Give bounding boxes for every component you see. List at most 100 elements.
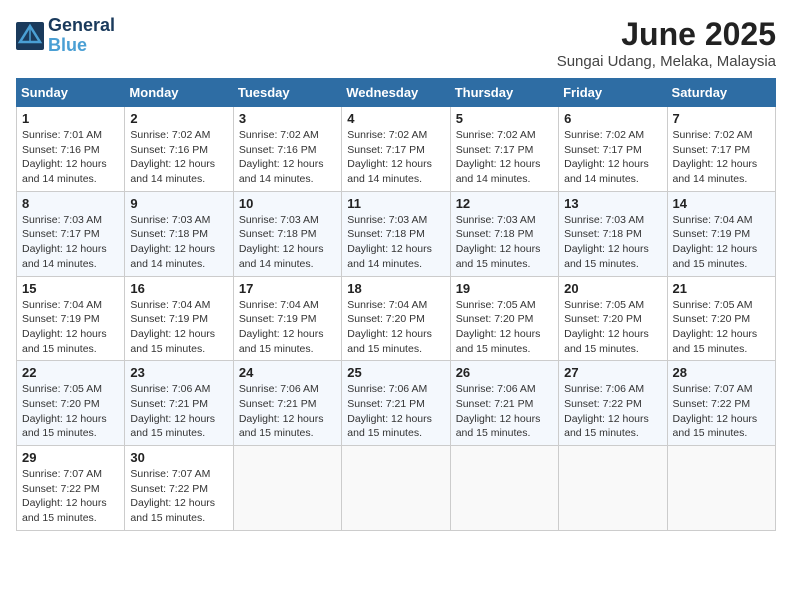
day-number: 8 (22, 196, 119, 211)
calendar-cell: 21 Sunrise: 7:05 AM Sunset: 7:20 PM Dayli… (667, 276, 775, 361)
day-info: Sunrise: 7:02 AM Sunset: 7:17 PM Dayligh… (673, 128, 770, 187)
day-info: Sunrise: 7:07 AM Sunset: 7:22 PM Dayligh… (673, 382, 770, 441)
calendar-cell: 6 Sunrise: 7:02 AM Sunset: 7:17 PM Daylig… (559, 107, 667, 192)
day-number: 15 (22, 281, 119, 296)
day-info: Sunrise: 7:03 AM Sunset: 7:18 PM Dayligh… (564, 213, 661, 272)
day-number: 24 (239, 365, 336, 380)
calendar-cell: 20 Sunrise: 7:05 AM Sunset: 7:20 PM Dayli… (559, 276, 667, 361)
day-number: 5 (456, 111, 553, 126)
day-number: 26 (456, 365, 553, 380)
day-number: 4 (347, 111, 444, 126)
calendar-cell: 23 Sunrise: 7:06 AM Sunset: 7:21 PM Dayli… (125, 361, 233, 446)
calendar-cell: 1 Sunrise: 7:01 AM Sunset: 7:16 PM Daylig… (17, 107, 125, 192)
day-info: Sunrise: 7:06 AM Sunset: 7:21 PM Dayligh… (456, 382, 553, 441)
day-info: Sunrise: 7:02 AM Sunset: 7:16 PM Dayligh… (239, 128, 336, 187)
day-number: 10 (239, 196, 336, 211)
calendar-cell: 2Sunrise: 7:02 AM Sunset: 7:16 PM Daylig… (125, 107, 233, 192)
calendar-cell: 16 Sunrise: 7:04 AM Sunset: 7:19 PM Dayli… (125, 276, 233, 361)
calendar-cell (342, 446, 450, 531)
calendar-cell: 14 Sunrise: 7:04 AM Sunset: 7:19 PM Dayli… (667, 191, 775, 276)
calendar-cell (450, 446, 558, 531)
day-number: 9 (130, 196, 227, 211)
calendar-cell: 24 Sunrise: 7:06 AM Sunset: 7:21 PM Dayli… (233, 361, 341, 446)
day-number: 1 (22, 111, 119, 126)
day-number: 16 (130, 281, 227, 296)
day-info: Sunrise: 7:06 AM Sunset: 7:22 PM Dayligh… (564, 382, 661, 441)
day-number: 25 (347, 365, 444, 380)
day-info: Sunrise: 7:04 AM Sunset: 7:19 PM Dayligh… (130, 298, 227, 357)
location-title: Sungai Udang, Melaka, Malaysia (557, 53, 776, 70)
day-info: Sunrise: 7:05 AM Sunset: 7:20 PM Dayligh… (564, 298, 661, 357)
weekday-header-thursday: Thursday (450, 79, 558, 107)
calendar-cell: 13 Sunrise: 7:03 AM Sunset: 7:18 PM Dayli… (559, 191, 667, 276)
day-number: 17 (239, 281, 336, 296)
calendar-cell: 22 Sunrise: 7:05 AM Sunset: 7:20 PM Dayli… (17, 361, 125, 446)
calendar-cell: 27 Sunrise: 7:06 AM Sunset: 7:22 PM Dayli… (559, 361, 667, 446)
logo-text: General Blue (48, 16, 115, 56)
weekday-header-friday: Friday (559, 79, 667, 107)
day-number: 27 (564, 365, 661, 380)
calendar-cell: 9 Sunrise: 7:03 AM Sunset: 7:18 PM Daylig… (125, 191, 233, 276)
weekday-header-wednesday: Wednesday (342, 79, 450, 107)
calendar-cell: 7 Sunrise: 7:02 AM Sunset: 7:17 PM Daylig… (667, 107, 775, 192)
day-number: 29 (22, 450, 119, 465)
calendar-cell: 11 Sunrise: 7:03 AM Sunset: 7:18 PM Dayli… (342, 191, 450, 276)
weekday-header-saturday: Saturday (667, 79, 775, 107)
day-info: Sunrise: 7:07 AM Sunset: 7:22 PM Dayligh… (22, 467, 119, 526)
day-info: Sunrise: 7:05 AM Sunset: 7:20 PM Dayligh… (673, 298, 770, 357)
weekday-header-monday: Monday (125, 79, 233, 107)
day-info: Sunrise: 7:02 AM Sunset: 7:17 PM Dayligh… (564, 128, 661, 187)
day-number: 19 (456, 281, 553, 296)
weekday-header-tuesday: Tuesday (233, 79, 341, 107)
calendar-cell: 30Sunrise: 7:07 AM Sunset: 7:22 PM Dayli… (125, 446, 233, 531)
day-info: Sunrise: 7:05 AM Sunset: 7:20 PM Dayligh… (22, 382, 119, 441)
day-info: Sunrise: 7:03 AM Sunset: 7:18 PM Dayligh… (239, 213, 336, 272)
day-number: 2 (130, 111, 227, 126)
day-info: Sunrise: 7:06 AM Sunset: 7:21 PM Dayligh… (130, 382, 227, 441)
day-info: Sunrise: 7:04 AM Sunset: 7:19 PM Dayligh… (22, 298, 119, 357)
weekday-header-sunday: Sunday (17, 79, 125, 107)
day-number: 18 (347, 281, 444, 296)
day-info: Sunrise: 7:04 AM Sunset: 7:20 PM Dayligh… (347, 298, 444, 357)
day-info: Sunrise: 7:03 AM Sunset: 7:18 PM Dayligh… (347, 213, 444, 272)
day-number: 28 (673, 365, 770, 380)
day-number: 13 (564, 196, 661, 211)
calendar-cell: 17Sunrise: 7:04 AM Sunset: 7:19 PM Dayli… (233, 276, 341, 361)
calendar-cell: 12Sunrise: 7:03 AM Sunset: 7:18 PM Dayli… (450, 191, 558, 276)
day-number: 22 (22, 365, 119, 380)
day-number: 7 (673, 111, 770, 126)
day-info: Sunrise: 7:07 AM Sunset: 7:22 PM Dayligh… (130, 467, 227, 526)
month-title: June 2025 (557, 16, 776, 53)
day-number: 3 (239, 111, 336, 126)
day-info: Sunrise: 7:03 AM Sunset: 7:18 PM Dayligh… (130, 213, 227, 272)
calendar-cell (233, 446, 341, 531)
day-number: 11 (347, 196, 444, 211)
logo: General Blue (16, 16, 115, 56)
day-number: 20 (564, 281, 661, 296)
day-number: 14 (673, 196, 770, 211)
day-number: 12 (456, 196, 553, 211)
day-info: Sunrise: 7:02 AM Sunset: 7:17 PM Dayligh… (347, 128, 444, 187)
title-area: June 2025 Sungai Udang, Melaka, Malaysia (557, 16, 776, 70)
calendar: SundayMondayTuesdayWednesdayThursdayFrid… (16, 78, 776, 531)
calendar-cell: 5 Sunrise: 7:02 AM Sunset: 7:17 PM Daylig… (450, 107, 558, 192)
day-number: 23 (130, 365, 227, 380)
calendar-cell: 4 Sunrise: 7:02 AM Sunset: 7:17 PM Daylig… (342, 107, 450, 192)
day-info: Sunrise: 7:01 AM Sunset: 7:16 PM Dayligh… (22, 128, 119, 187)
day-info: Sunrise: 7:06 AM Sunset: 7:21 PM Dayligh… (347, 382, 444, 441)
calendar-cell (667, 446, 775, 531)
header: General Blue June 2025 Sungai Udang, Mel… (16, 16, 776, 70)
calendar-cell: 8 Sunrise: 7:03 AM Sunset: 7:17 PM Daylig… (17, 191, 125, 276)
day-number: 6 (564, 111, 661, 126)
calendar-cell (559, 446, 667, 531)
calendar-cell: 3 Sunrise: 7:02 AM Sunset: 7:16 PM Daylig… (233, 107, 341, 192)
calendar-cell: 19Sunrise: 7:05 AM Sunset: 7:20 PM Dayli… (450, 276, 558, 361)
day-info: Sunrise: 7:04 AM Sunset: 7:19 PM Dayligh… (673, 213, 770, 272)
calendar-cell: 18 Sunrise: 7:04 AM Sunset: 7:20 PM Dayli… (342, 276, 450, 361)
day-info: Sunrise: 7:06 AM Sunset: 7:21 PM Dayligh… (239, 382, 336, 441)
logo-icon (16, 22, 44, 50)
calendar-cell: 25 Sunrise: 7:06 AM Sunset: 7:21 PM Dayli… (342, 361, 450, 446)
day-number: 21 (673, 281, 770, 296)
day-info: Sunrise: 7:02 AM Sunset: 7:17 PM Dayligh… (456, 128, 553, 187)
day-info: Sunrise: 7:03 AM Sunset: 7:17 PM Dayligh… (22, 213, 119, 272)
